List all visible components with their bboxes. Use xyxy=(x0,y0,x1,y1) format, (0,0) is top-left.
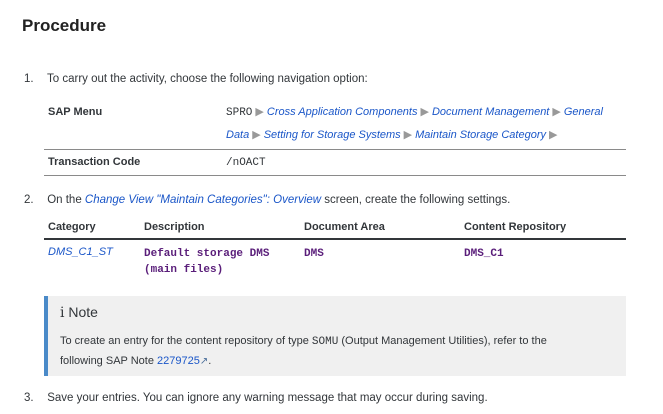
path-end-icon: ▶ xyxy=(549,129,558,141)
path-link-maintain-storage-category[interactable]: Maintain Storage Category xyxy=(415,129,546,141)
settings-table: Category Description Document Area Conte… xyxy=(44,216,626,278)
path-link-data[interactable]: Data xyxy=(226,129,249,141)
column-header-description: Description xyxy=(144,221,205,233)
step-text: To carry out the activity, choose the fo… xyxy=(47,73,368,85)
nav-label-transaction-code: Transaction Code xyxy=(48,156,141,168)
nav-row-sap-menu: SAP Menu SPRO ▶ Cross Application Componen… xyxy=(44,98,626,150)
note-text-middle: (Output Management Utilities), refer to … xyxy=(338,335,547,347)
step-text-prefix: On the xyxy=(47,194,85,206)
somu-code: SOMU xyxy=(311,336,339,348)
note-title-text: Note xyxy=(68,304,98,320)
column-header-content-repository: Content Repository xyxy=(464,221,567,233)
sap-note-link[interactable]: 2279725 xyxy=(157,355,200,367)
content-repository-cell: DMS_C1 xyxy=(464,248,504,260)
step-3: 3. Save your entries. You can ignore any… xyxy=(24,392,488,404)
path-separator-icon: ▶ xyxy=(255,106,264,118)
path-separator-icon: ▶ xyxy=(252,129,261,141)
note-text-prefix: To create an entry for the content repos… xyxy=(60,335,312,347)
step-2: 2. On the Change View "Maintain Categori… xyxy=(24,194,510,206)
note-title: i Note xyxy=(60,304,98,321)
path-link-document-management[interactable]: Document Management xyxy=(432,106,549,118)
step-number: 2. xyxy=(24,194,34,206)
note-text: To create an entry for the content repos… xyxy=(60,332,620,371)
path-link-cross-application-components[interactable]: Cross Application Components xyxy=(267,106,418,118)
external-link-icon[interactable]: ↗ xyxy=(200,352,208,371)
column-header-document-area: Document Area xyxy=(304,221,385,233)
document-area-cell: DMS xyxy=(304,248,324,260)
table-row: DMS_C1_ST Default storage DMS (main file… xyxy=(44,240,626,278)
description-line-2: (main files) xyxy=(144,264,224,276)
spro-code: SPRO xyxy=(226,107,253,119)
step-text: Save your entries. You can ignore any wa… xyxy=(47,392,488,404)
step-number: 1. xyxy=(24,73,34,85)
path-link-setting-for-storage-systems[interactable]: Setting for Storage Systems xyxy=(264,129,401,141)
step-1: 1. To carry out the activity, choose the… xyxy=(24,73,368,85)
change-view-link[interactable]: Change View "Maintain Categories": Overv… xyxy=(85,194,321,206)
nav-label-sap-menu: SAP Menu xyxy=(48,106,103,118)
path-separator-icon: ▶ xyxy=(403,129,413,141)
navigation-table: SAP Menu SPRO ▶ Cross Application Componen… xyxy=(44,98,626,176)
column-header-category: Category xyxy=(48,221,96,233)
nav-row-transaction-code: Transaction Code /nOACT xyxy=(44,150,626,176)
description-cell: Default storage DMS (main files) xyxy=(144,246,304,278)
step-number: 3. xyxy=(24,392,34,404)
path-separator-icon: ▶ xyxy=(552,106,561,118)
note-text-line-2: following SAP Note xyxy=(60,355,158,367)
page-title: Procedure xyxy=(22,16,107,35)
path-separator-icon: ▶ xyxy=(420,106,429,118)
nav-path: SPRO ▶ Cross Application Components ▶ Docume… xyxy=(226,98,626,149)
table-header: Category Description Document Area Conte… xyxy=(44,216,626,240)
category-link[interactable]: DMS_C1_ST xyxy=(48,246,113,258)
transaction-code: /nOACT xyxy=(226,157,266,169)
note-text-end: . xyxy=(208,355,212,367)
info-icon: i xyxy=(60,305,65,321)
step-text-suffix: screen, create the following settings. xyxy=(321,194,511,206)
path-link-general[interactable]: General xyxy=(564,106,603,118)
description-line-1: Default storage DMS xyxy=(144,248,270,260)
note-box: i Note To create an entry for the conten… xyxy=(44,296,626,376)
